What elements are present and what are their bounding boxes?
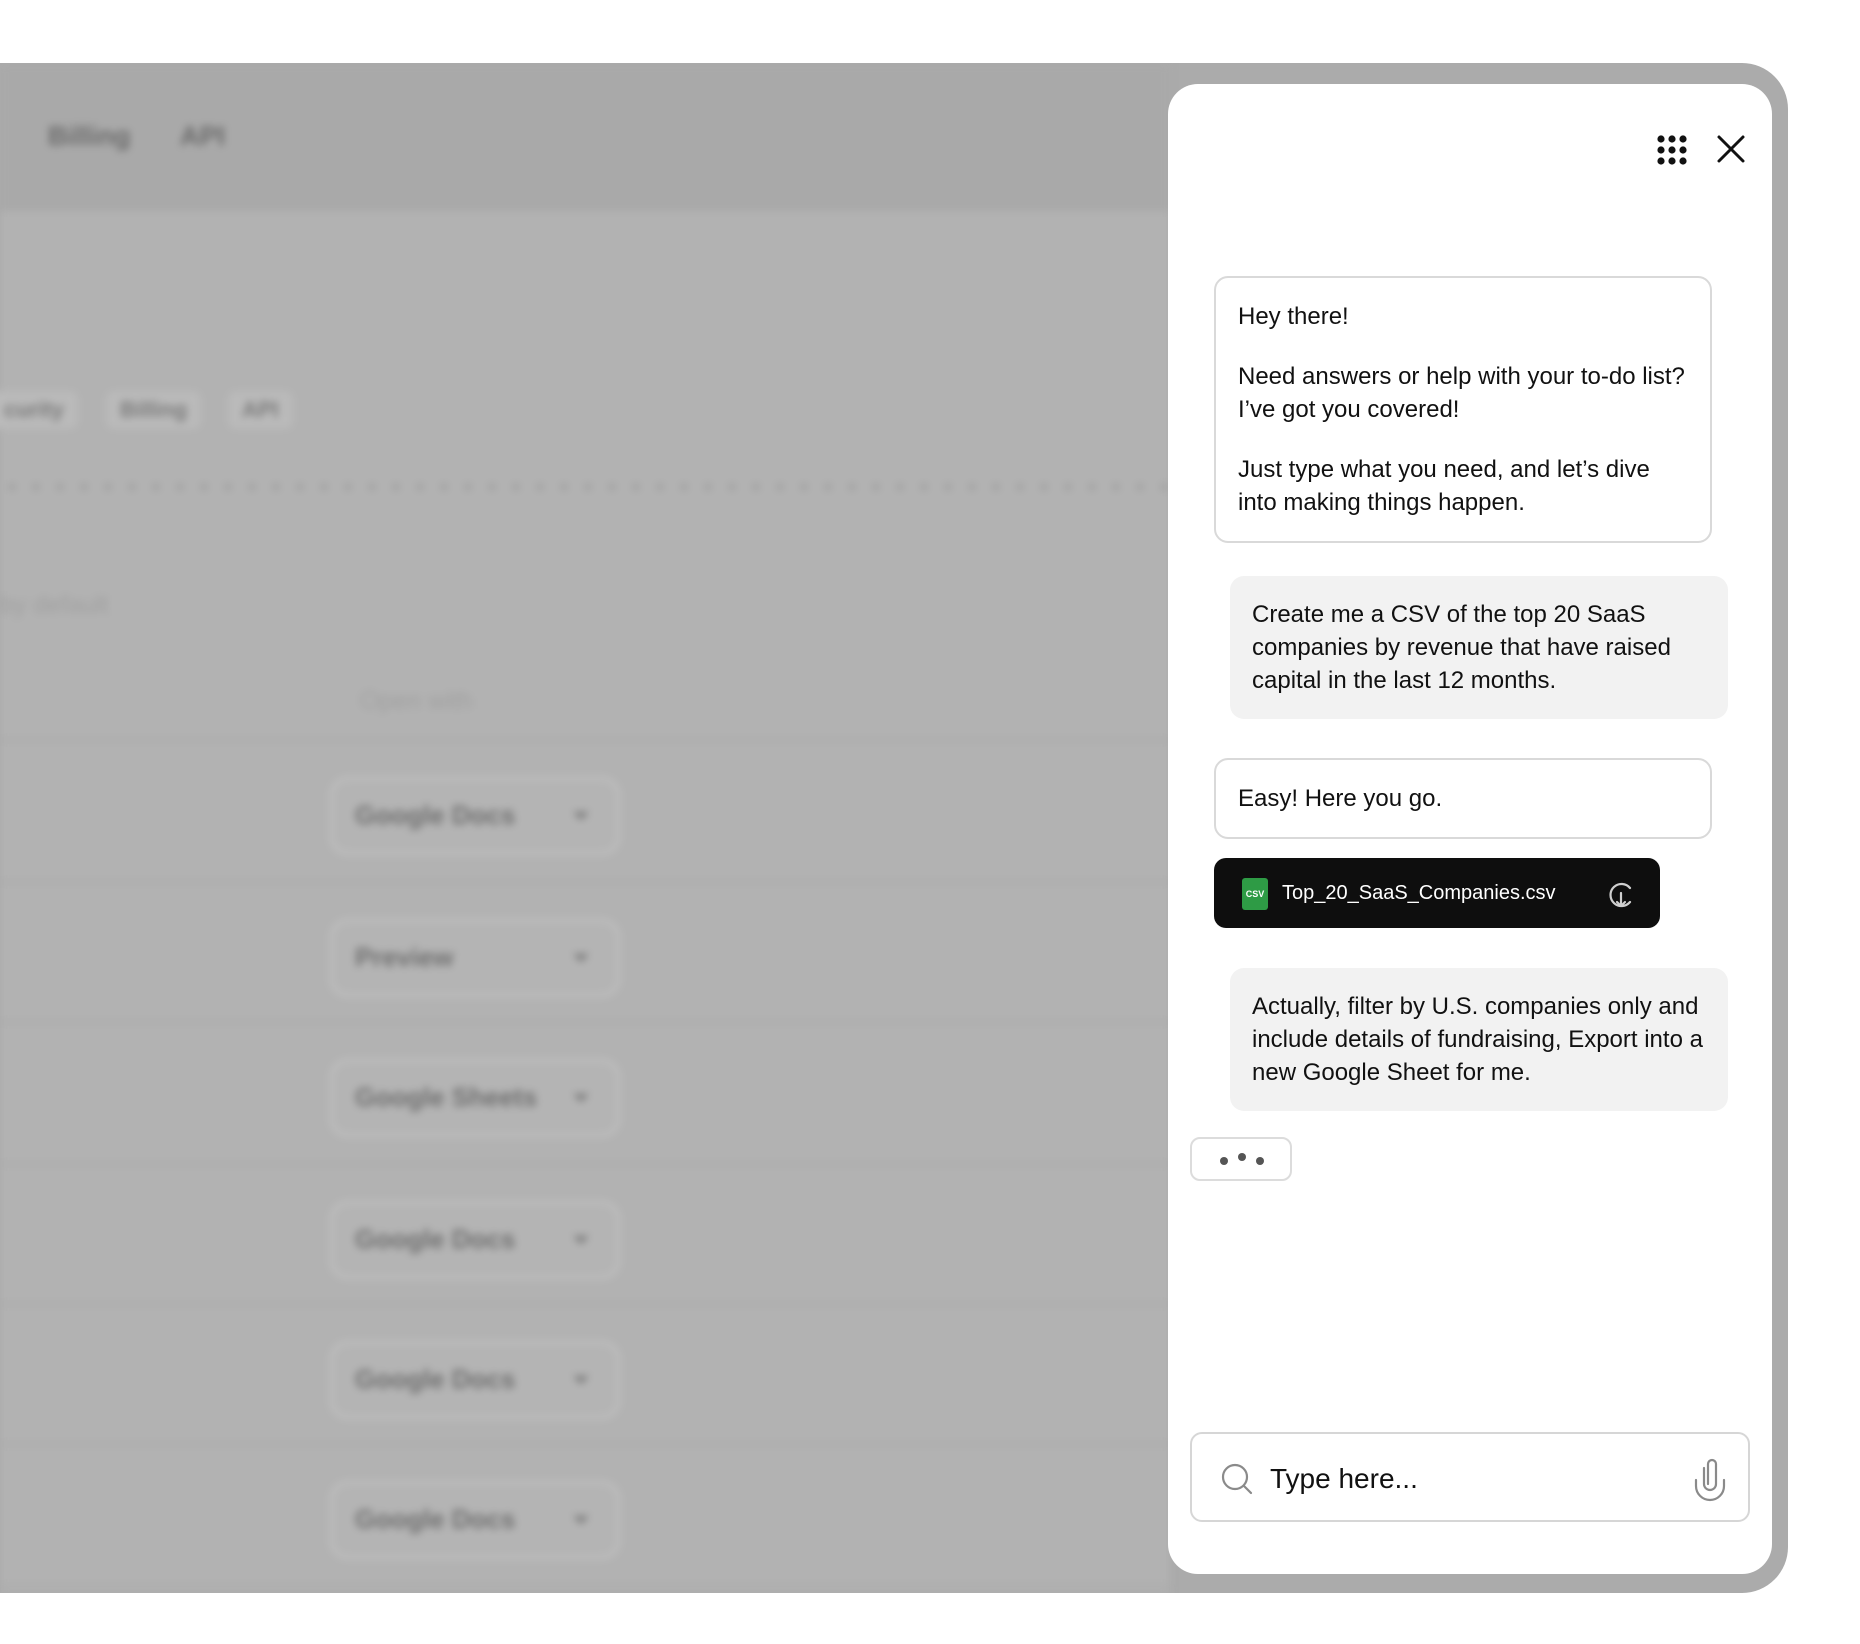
chat-input-box[interactable] [1190,1432,1750,1522]
bg-row-divider [0,739,1170,741]
message-text: Just type what you need, and let’s dive … [1238,456,1650,516]
bg-header: Billing API [0,63,1170,211]
bg-dropdown-label: Google Docs [355,1504,516,1534]
chevron-down-icon [573,1376,589,1384]
typing-dot [1256,1157,1264,1165]
chevron-down-icon [573,1516,589,1524]
bg-dropdown-6[interactable]: Google Docs [330,1481,620,1559]
typing-dot [1220,1157,1228,1165]
csv-file-icon: CSV [1242,878,1268,910]
bg-dropdown-label: Google Sheets [355,1082,538,1112]
bg-subtab-billing[interactable]: Billing [106,391,202,429]
typing-dot [1238,1153,1246,1161]
bg-column-header: Open with [360,687,473,715]
bg-default-hint: by default [0,591,109,619]
grid-icon[interactable] [1656,134,1688,171]
typing-indicator [1190,1137,1292,1181]
bg-dropdown-5[interactable]: Google Docs [330,1341,620,1419]
bg-row-divider [0,1021,1170,1023]
bg-row-divider [0,1163,1170,1165]
file-attachment[interactable]: CSV Top_20_SaaS_Companies.csv [1214,858,1660,928]
bot-message-greeting: Hey there! Need answers or help with you… [1214,276,1712,543]
download-icon[interactable] [1606,880,1636,915]
bg-dropdown-label: Preview [355,942,454,972]
bg-dropdown-label: Google Docs [355,1364,516,1394]
attachment-file-name: Top_20_SaaS_Companies.csv [1282,882,1556,904]
message-text: Need answers or help with your to-do lis… [1238,363,1685,423]
chevron-down-icon [573,1236,589,1244]
search-icon [1220,1462,1254,1501]
bg-row-divider [0,1303,1170,1305]
close-icon[interactable] [1716,134,1746,169]
chevron-down-icon [573,812,589,820]
message-text: Hey there! [1238,303,1349,330]
bg-row-divider [0,1585,1170,1587]
bg-dropdown-label: Google Docs [355,1224,516,1254]
bg-dropdown-4[interactable]: Google Docs [330,1201,620,1279]
bg-dotted-divider [0,483,1170,491]
bg-dropdown-3[interactable]: Google Sheets [330,1059,620,1137]
bot-message: Easy! Here you go. [1214,758,1712,839]
paperclip-icon[interactable] [1692,1456,1728,1507]
user-message: Create me a CSV of the top 20 SaaS compa… [1230,576,1728,719]
bg-dropdown-2[interactable]: Preview [330,919,620,997]
bg-subtab-security[interactable]: curity [0,391,78,429]
chevron-down-icon [573,954,589,962]
bg-tab-billing[interactable]: Billing [48,121,131,152]
user-message: Actually, filter by U.S. companies only … [1230,968,1728,1111]
chevron-down-icon [573,1094,589,1102]
bg-subtab-api[interactable]: API [228,391,293,429]
bg-dropdown-1[interactable]: Google Docs [330,777,620,855]
chat-input[interactable] [1268,1452,1672,1506]
bg-dropdown-label: Google Docs [355,800,516,830]
chat-panel: Hey there! Need answers or help with you… [1168,84,1772,1574]
blurred-background-app: Billing API curity Billing API by defaul… [0,63,1170,1593]
bg-tab-api[interactable]: API [180,121,225,152]
bg-row-divider [0,1443,1170,1445]
bg-row-divider [0,881,1170,883]
